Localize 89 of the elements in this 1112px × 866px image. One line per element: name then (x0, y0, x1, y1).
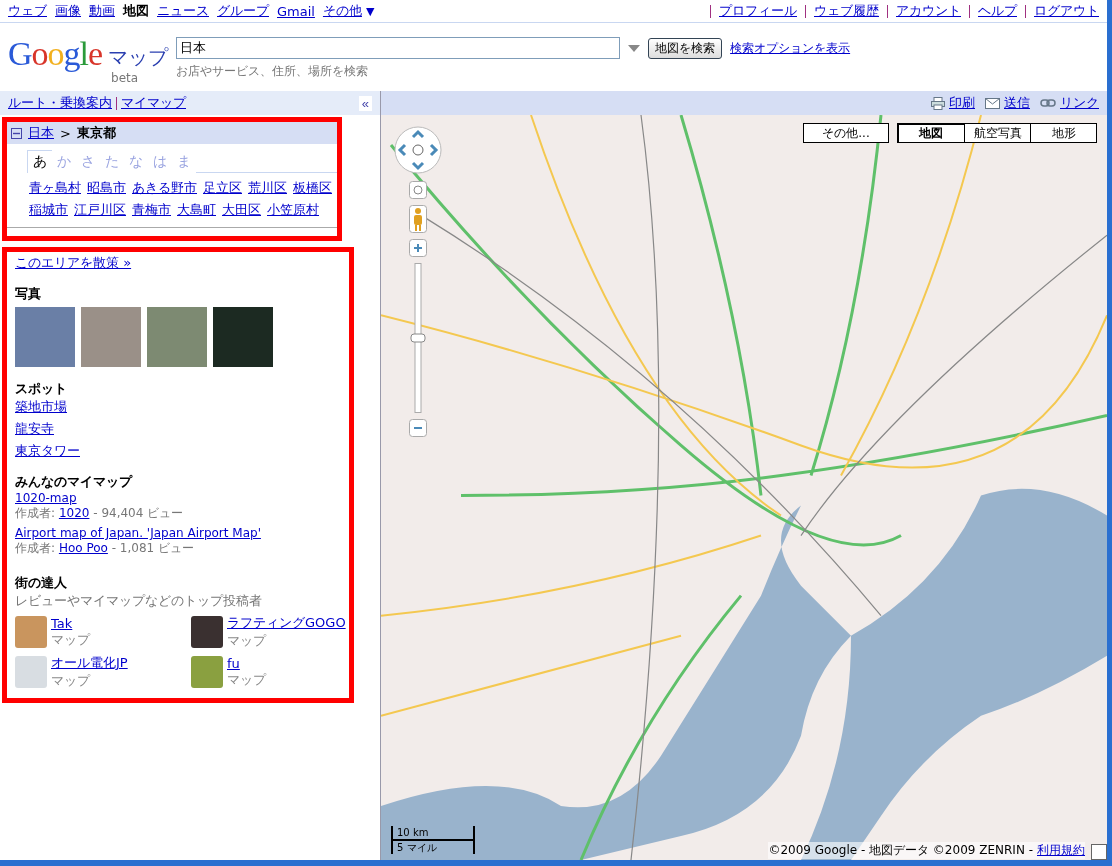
collapse-button[interactable]: « (358, 95, 372, 111)
section-title: 写真 (15, 285, 42, 303)
place-link[interactable]: 青ヶ島村 (29, 179, 81, 197)
user-caption: マップ (227, 670, 266, 689)
avatar-placeholder (15, 656, 47, 688)
overview-toggle-button[interactable] (1091, 844, 1107, 860)
map-type-button[interactable]: 航空写真 (964, 124, 1030, 142)
avatar-placeholder (191, 616, 223, 648)
user-caption: マップ (227, 632, 268, 650)
place-link[interactable]: 青梅市 (132, 201, 171, 219)
nav-link[interactable]: グループ (217, 2, 269, 20)
place-link[interactable]: 小笠原村 (267, 201, 319, 219)
envelope-icon (985, 97, 1000, 109)
pegman-icon[interactable] (409, 205, 427, 233)
zoom-out-icon[interactable] (409, 419, 427, 437)
mymap-link[interactable]: 1020-map (15, 491, 77, 505)
user-caption: マップ (51, 672, 92, 690)
reset-button-icon[interactable] (409, 181, 427, 199)
copyright-text: ©2009 Google - 地図データ ©2009 ZENRIN - (768, 842, 1033, 859)
section-subtitle: レビューやマイマップなどのトップ投稿者 (15, 592, 263, 610)
user-link[interactable]: Tak (51, 615, 90, 631)
avatar-placeholder (15, 616, 47, 648)
account-link[interactable]: ログアウト (1034, 2, 1099, 20)
place-link[interactable]: 江戸川区 (74, 201, 126, 219)
account-link[interactable]: プロフィール (719, 2, 797, 20)
toolbar-link[interactable]: マイマップ (121, 94, 186, 112)
collapse-icon[interactable] (11, 127, 22, 139)
spot-link[interactable]: 築地市場 (15, 398, 67, 416)
scale-bar: 10 km 5 マイル (391, 826, 475, 854)
avatar-placeholder (191, 656, 223, 688)
account-link[interactable]: アカウント (896, 2, 961, 20)
slider-track[interactable] (414, 263, 422, 413)
nav-link[interactable]: ニュース (157, 2, 209, 20)
place-link[interactable]: 足立区 (203, 179, 242, 197)
search-button[interactable]: 地図を検索 (648, 37, 723, 59)
search-caption: お店やサービス、住所、場所を検索 (176, 63, 370, 80)
terms-link[interactable]: 利用規約 (1037, 842, 1085, 859)
breadcrumb-separator: > (60, 125, 71, 141)
nav-link[interactable]: ウェブ (8, 2, 47, 20)
beta-label: beta (111, 71, 139, 85)
mymap-link[interactable]: Airport map of Japan. 'Japan Airport Map' (15, 526, 261, 540)
section-title: スポット (15, 380, 68, 398)
logo: Google (8, 37, 103, 71)
section-title: 街の達人 (15, 574, 68, 592)
dropdown-caret-icon[interactable] (628, 44, 641, 52)
place-link[interactable]: 大田区 (222, 201, 261, 219)
toolbar-link[interactable]: 印刷 (931, 94, 975, 112)
nav-link[interactable]: その他 (322, 2, 362, 20)
pan-control-icon[interactable] (393, 125, 443, 175)
mymap-meta: 作成者: Hoo Poo - 1,081 ビュー (15, 540, 196, 557)
explore-link[interactable]: このエリアを散策 » (15, 254, 132, 272)
map-type-button[interactable]: 地形 (1030, 124, 1096, 142)
kana-tab[interactable]: あ (27, 150, 52, 173)
map-type-button[interactable]: 地図 (898, 124, 964, 142)
search-field[interactable]: 日本 (176, 37, 621, 59)
user-caption: マップ (51, 630, 90, 649)
account-link[interactable]: ウェブ履歴 (814, 2, 879, 20)
section-title: みんなのマイマップ (15, 473, 134, 491)
author-link[interactable]: 1020 (58, 506, 90, 520)
place-link[interactable]: 板橋区 (293, 179, 332, 197)
more-map-types-button[interactable]: その他... (803, 123, 889, 143)
chain-link-icon (1040, 99, 1056, 107)
user-link[interactable]: fu (227, 655, 266, 671)
nav-link[interactable]: 動画 (89, 2, 115, 20)
place-link[interactable]: 大島町 (177, 201, 216, 219)
product-name: マップ (108, 44, 169, 71)
slider-thumb[interactable] (410, 333, 426, 343)
author-link[interactable]: Hoo Poo (58, 541, 108, 555)
mymap-meta: 作成者: 1020 - 94,404 ビュー (15, 505, 185, 522)
breadcrumb-current: 東京都 (76, 124, 116, 142)
place-link[interactable]: 稲城市 (29, 201, 68, 219)
search-options-link[interactable]: 検索オプションを表示 (730, 39, 851, 57)
caret-icon[interactable]: ▼ (365, 4, 375, 18)
zoom-in-icon[interactable] (409, 239, 427, 257)
spot-link[interactable]: 東京タワー (15, 442, 80, 460)
toolbar-link[interactable]: 送信 (985, 94, 1030, 112)
breadcrumb-link[interactable]: 日本 (28, 124, 54, 142)
account-link[interactable]: ヘルプ (978, 2, 1017, 20)
nav-link[interactable]: 画像 (55, 2, 81, 20)
place-link[interactable]: あきる野市 (132, 179, 197, 197)
toolbar-link[interactable]: ルート・乗換案内 (8, 94, 112, 112)
user-link[interactable]: オール電化JP (51, 654, 128, 672)
spot-link[interactable]: 龍安寺 (15, 420, 54, 438)
nav-link[interactable]: 地図 (123, 2, 149, 20)
place-link[interactable]: 昭島市 (87, 179, 126, 197)
printer-icon (931, 96, 945, 110)
place-link[interactable]: 荒川区 (248, 179, 287, 197)
user-link[interactable]: ラフティングGOGO (227, 614, 346, 632)
nav-link[interactable]: Gmail (277, 3, 315, 19)
